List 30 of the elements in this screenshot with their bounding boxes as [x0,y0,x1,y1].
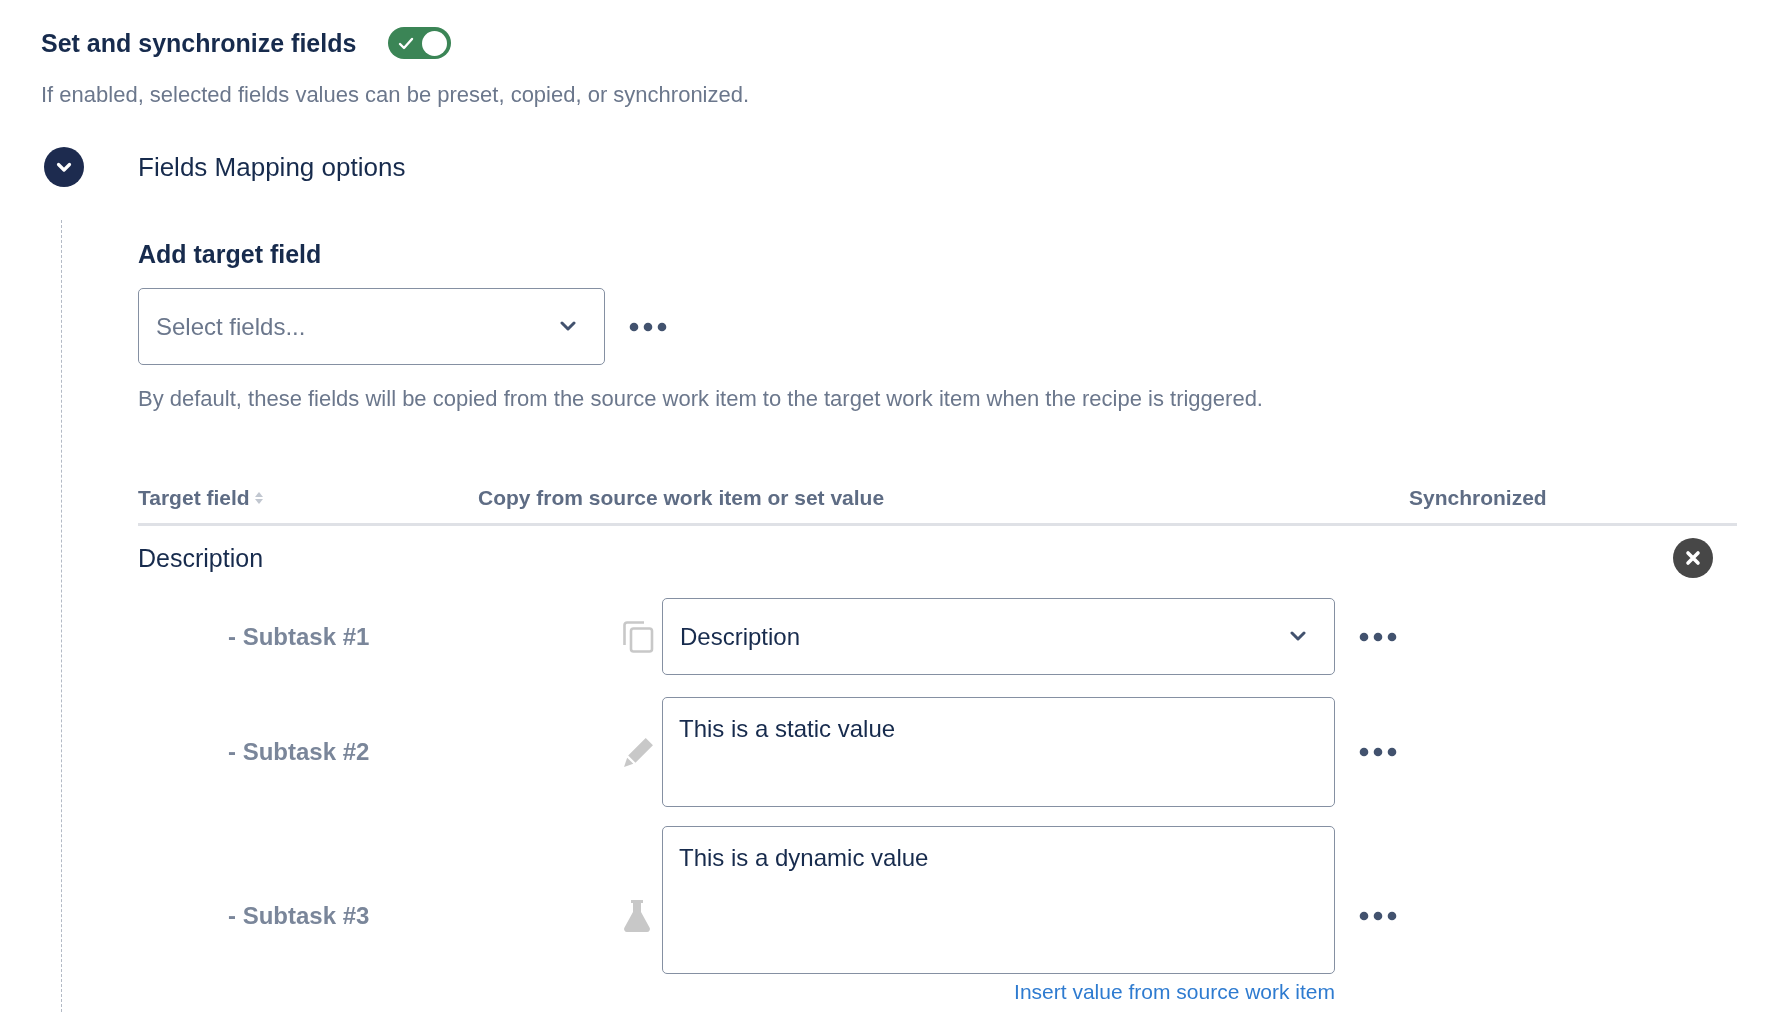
check-icon [398,36,415,50]
group-name: Description [138,543,264,574]
more-icon[interactable] [1359,910,1397,921]
close-icon[interactable] [1673,538,1713,578]
more-icon[interactable] [1359,747,1397,757]
flask-icon [622,898,652,933]
subtask-label: - Subtask #1 [228,621,370,652]
chevron-down-icon[interactable] [44,147,84,187]
text-area[interactable]: This is a dynamic value [662,826,1335,974]
select-field[interactable]: Description [662,598,1335,675]
select-field[interactable]: Select fields... [138,288,605,365]
chevron-down-icon [1290,631,1306,642]
section-title: Set and synchronize fields [41,28,357,59]
column-header: Copy from source work item or set value [478,485,885,511]
help-text: By default, these fields will be copied from the source work item to the target work item when the recipe is triggered. [138,385,1263,413]
field-label: Add target field [138,239,322,270]
toggle-switch[interactable] [388,27,452,59]
section-description: If enabled, selected fields values can be preset, copied, or synchronized. [41,81,750,109]
text-area[interactable]: This is a static value [662,697,1335,807]
insert-value-link[interactable]: Insert value from source work item [1014,979,1335,1005]
subtask-label: - Subtask #3 [228,900,370,931]
chevron-down-icon [560,321,576,332]
pencil-icon [622,735,655,769]
column-header: Target field [138,485,250,511]
subtask-label: - Subtask #2 [228,737,370,767]
section-heading: Fields Mapping options [138,151,406,184]
more-icon[interactable] [1359,631,1397,642]
column-header: Synchronized [1409,485,1547,511]
more-icon[interactable] [629,321,667,332]
copy-icon [622,620,655,653]
